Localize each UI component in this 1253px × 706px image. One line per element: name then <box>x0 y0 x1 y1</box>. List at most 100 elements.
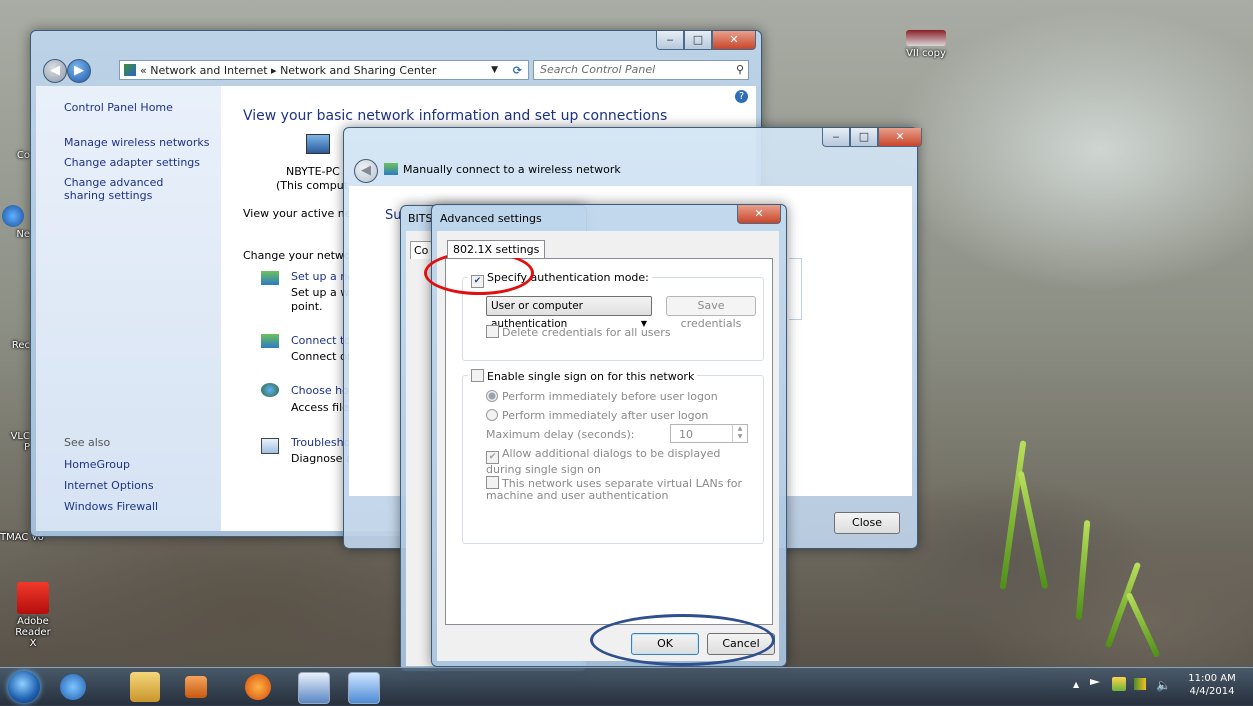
grass-blade <box>999 440 1027 590</box>
checkbox-unchecked[interactable] <box>471 369 484 382</box>
dialog-body: 802.1X settings ✔ Specify authentication … <box>437 231 779 661</box>
perform-before-radio[interactable]: Perform immediately before user logon <box>486 390 718 403</box>
desktop-icon-adobe-reader[interactable]: Adobe Reader X <box>12 582 54 649</box>
spin-arrows-icon[interactable]: ▲ ▼ <box>732 425 747 442</box>
grass-blade <box>1017 470 1049 590</box>
start-button[interactable] <box>8 671 40 703</box>
caption-buttons: ‒ □ ✕ <box>822 128 922 148</box>
back-button[interactable]: ◀ <box>354 159 378 183</box>
maximize-button[interactable]: □ <box>684 31 712 50</box>
desktop-icon-network[interactable]: Ne <box>0 205 30 240</box>
sidebar-windows-firewall[interactable]: Windows Firewall <box>64 500 158 513</box>
desktop-icon-computer[interactable]: Co <box>0 150 30 161</box>
volume-icon[interactable]: 🔈 <box>1156 678 1171 692</box>
file-explorer-icon[interactable] <box>130 672 160 702</box>
breadcrumb[interactable]: « Network and Internet ▸ Network and Sha… <box>119 60 529 80</box>
adobe-reader-icon <box>17 582 49 614</box>
breadcrumb-network-internet[interactable]: Network and Internet <box>150 64 267 77</box>
task-choose-homegroup-link[interactable]: Choose ho <box>291 384 349 397</box>
sidebar-control-panel-home[interactable]: Control Panel Home <box>64 101 173 114</box>
search-input[interactable]: Search Control Panel ⚲ <box>533 60 749 80</box>
sidebar-change-adapter[interactable]: Change adapter settings <box>64 156 200 169</box>
homegroup-icon <box>261 383 279 397</box>
computer-icon <box>306 134 330 154</box>
breadcrumb-separator[interactable]: ▸ <box>271 64 277 77</box>
desktop-icon-label: VII copy <box>906 48 946 59</box>
clock-time: 11:00 AM <box>1188 673 1236 684</box>
enable-sso-checkbox[interactable]: Enable single sign on for this network <box>468 369 698 383</box>
desktop-icon-label: Co <box>16 150 30 161</box>
allow-dialogs-checkbox[interactable]: ✔ Allow additional dialogs to be displaye… <box>486 448 746 476</box>
clock[interactable]: 11:00 AM 4/4/2014 <box>1180 672 1244 698</box>
troubleshoot-icon <box>261 438 279 454</box>
network-tray-icon[interactable] <box>1112 677 1126 691</box>
close-button[interactable]: ✕ <box>737 205 781 224</box>
radio-selected[interactable] <box>486 390 498 402</box>
forward-button[interactable]: ▶ <box>67 59 91 83</box>
picture-icon <box>906 30 946 46</box>
allow-dialogs-label: Allow additional dialogs to be displayed… <box>486 447 721 476</box>
clock-date: 4/4/2014 <box>1189 686 1235 697</box>
sidebar-homegroup[interactable]: HomeGroup <box>64 458 130 471</box>
help-icon[interactable]: ? <box>735 90 748 103</box>
control-panel-taskbar-icon[interactable] <box>348 672 380 704</box>
delete-credentials-label: Delete credentials for all users <box>502 326 671 339</box>
minimize-button[interactable]: ‒ <box>822 128 850 147</box>
media-player-icon[interactable] <box>185 676 207 698</box>
signal-tray-icon[interactable] <box>1134 678 1146 690</box>
tab-connection[interactable]: Co <box>410 241 433 259</box>
annotation-blue-circle <box>590 614 775 666</box>
radio-unselected[interactable] <box>486 409 498 421</box>
desktop-icon-recycle-bin[interactable]: Rec <box>0 340 30 351</box>
search-icon[interactable]: ⚲ <box>736 61 744 79</box>
desktop-icon-label: VLC P <box>10 431 30 453</box>
control-panel-icon <box>124 64 136 76</box>
chevron-down-icon[interactable]: ▼ <box>491 65 498 75</box>
breadcrumb-overflow[interactable]: « <box>140 64 147 77</box>
refresh-icon[interactable]: ⟳ <box>513 64 522 77</box>
minimize-button[interactable]: ‒ <box>656 31 684 50</box>
max-delay-stepper[interactable]: 10 ▲ ▼ <box>670 424 748 443</box>
setup-connection-icon <box>261 271 279 285</box>
network-icon <box>384 163 398 175</box>
desktop-icon-vlc[interactable]: VLC P <box>0 420 30 453</box>
dialog-title: Advanced settings <box>440 212 542 225</box>
computer-subtitle: (This comput <box>276 179 349 192</box>
close-button[interactable]: ✕ <box>712 31 756 50</box>
sidebar-internet-options[interactable]: Internet Options <box>64 479 154 492</box>
perform-before-label: Perform immediately before user logon <box>502 390 718 403</box>
separate-vlans-label: This network uses separate virtual LANs … <box>486 477 743 502</box>
perform-after-radio[interactable]: Perform immediately after user logon <box>486 409 708 422</box>
back-button[interactable]: ◀ <box>43 59 67 83</box>
max-delay-label: Maximum delay (seconds): <box>486 428 635 441</box>
show-hidden-icons-button[interactable]: ▲ <box>1073 680 1079 689</box>
max-delay-value: 10 <box>679 428 693 441</box>
checkbox-unchecked-disabled[interactable] <box>486 476 499 489</box>
task-troubleshoot-link[interactable]: Troublesho <box>291 436 350 449</box>
sidebar: Control Panel Home Manage wireless netwo… <box>36 86 221 531</box>
save-credentials-button[interactable]: Save credentials <box>666 296 756 330</box>
sidebar-change-advanced-sharing[interactable]: Change advanced sharing settings <box>64 176 204 202</box>
maximize-button[interactable]: □ <box>850 128 878 147</box>
globe-icon <box>2 205 24 227</box>
wizard-hidden-box <box>789 258 802 320</box>
enable-sso-label: Enable single sign on for this network <box>487 370 695 383</box>
tab-panel: ✔ Specify authentication mode: User or co… <box>445 258 773 625</box>
word-icon[interactable] <box>298 672 330 704</box>
breadcrumb-network-sharing[interactable]: Network and Sharing Center <box>280 64 436 77</box>
close-button[interactable]: Close <box>834 512 900 534</box>
tab-8021x-settings[interactable]: 802.1X settings <box>447 240 546 258</box>
delete-credentials-checkbox[interactable]: Delete credentials for all users <box>486 325 671 339</box>
separate-vlans-checkbox[interactable]: This network uses separate virtual LANs … <box>486 476 746 502</box>
close-button[interactable]: ✕ <box>878 128 922 147</box>
auth-mode-select[interactable]: User or computer authentication ▼ <box>486 296 652 330</box>
desktop-icon-vii-copy[interactable]: VII copy <box>896 30 956 59</box>
firefox-icon[interactable] <box>245 674 271 700</box>
action-center-flag-icon[interactable] <box>1090 679 1100 685</box>
checkbox-unchecked[interactable] <box>486 325 499 338</box>
taskbar: ▲ 🔈 11:00 AM 4/4/2014 <box>0 667 1253 706</box>
grass-blade <box>1125 592 1161 658</box>
grass-blade <box>1075 519 1091 621</box>
sidebar-manage-wireless[interactable]: Manage wireless networks <box>64 136 209 149</box>
internet-explorer-icon[interactable] <box>60 674 86 700</box>
